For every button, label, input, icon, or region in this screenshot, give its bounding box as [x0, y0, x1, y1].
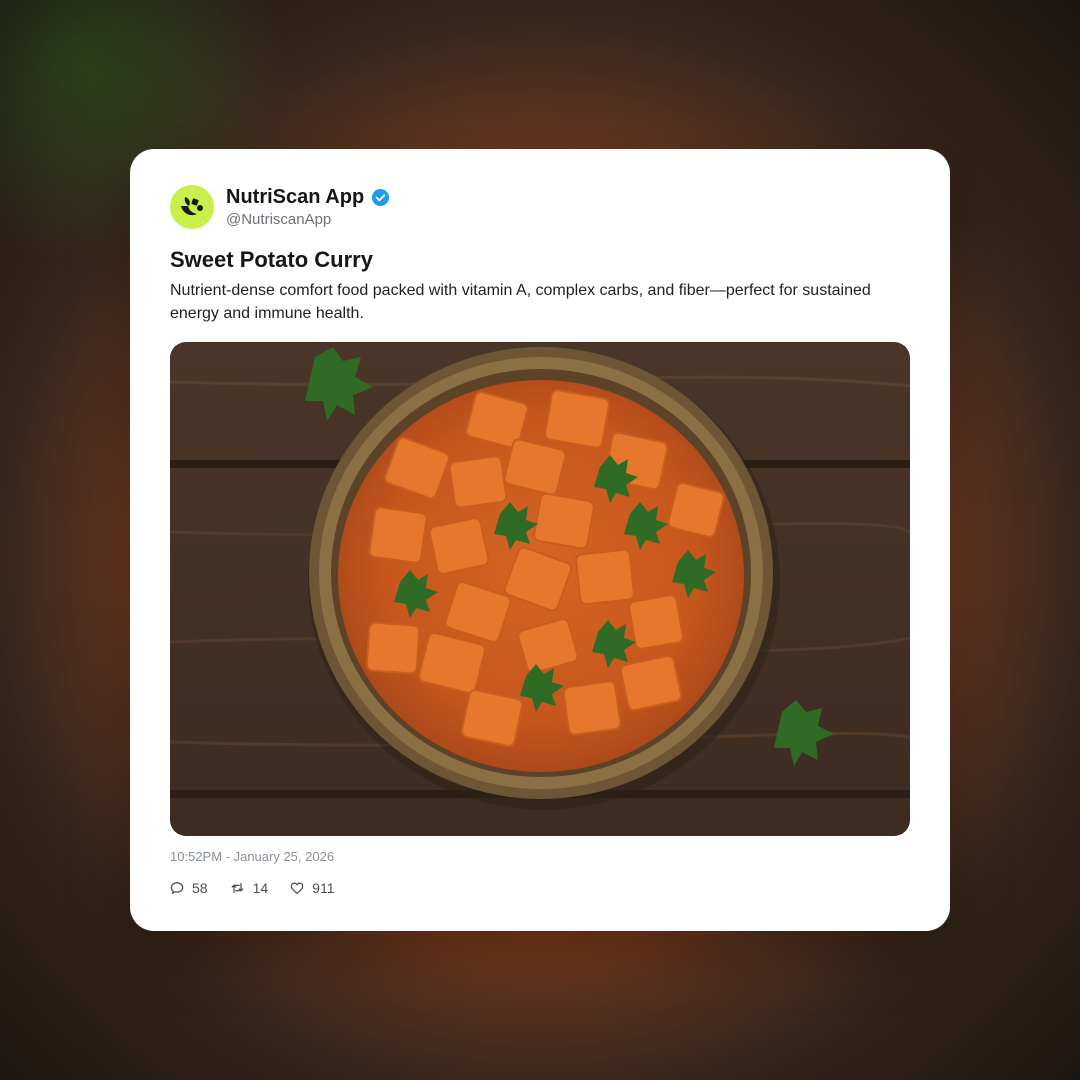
- action-bar: 58 14 911: [170, 880, 334, 896]
- heart-icon: [290, 882, 304, 894]
- account-handle[interactable]: @NutriscanApp: [226, 211, 331, 229]
- verified-badge-icon: [372, 188, 390, 206]
- account-name[interactable]: NutriScan App: [226, 185, 390, 209]
- reply-icon: [170, 882, 184, 894]
- post-description: Nutrient-dense comfort food packed with …: [170, 282, 871, 322]
- avatar[interactable]: [170, 185, 214, 229]
- repost-count: 14: [252, 880, 269, 896]
- post-title: Sweet Potato Curry: [170, 247, 373, 272]
- repost-button[interactable]: 14: [230, 880, 269, 896]
- like-button[interactable]: 911: [290, 880, 334, 896]
- reply-button[interactable]: 58: [170, 880, 208, 896]
- sweet-potato-curry-bowl-icon: [170, 342, 910, 836]
- post-card: NutriScan App @NutriscanApp Sweet Potato…: [130, 149, 950, 931]
- post-timestamp[interactable]: 10:52PM - January 25, 2026: [170, 849, 334, 865]
- repost-icon: [231, 883, 243, 893]
- account-name-text: NutriScan App: [226, 186, 365, 208]
- nutriscan-logo-icon: [181, 197, 203, 216]
- like-count: 911: [312, 880, 335, 896]
- post-image[interactable]: [170, 342, 910, 836]
- reply-count: 58: [192, 880, 208, 896]
